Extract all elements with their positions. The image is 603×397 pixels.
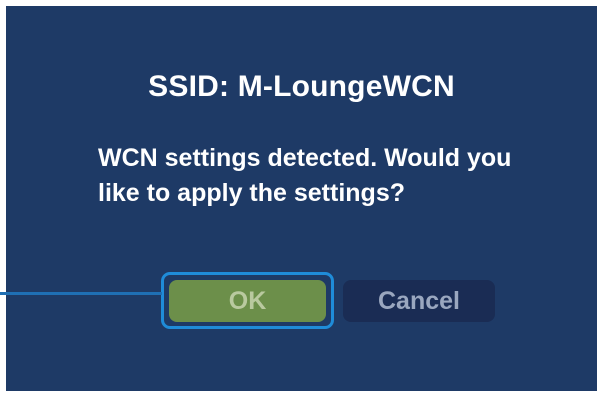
ssid-title: SSID: M-LoungeWCN	[148, 70, 455, 103]
cancel-button[interactable]: Cancel	[343, 280, 495, 322]
dialog-message-line-1: WCN settings detected. Would you	[98, 144, 512, 172]
device-screen: SSID: M-LoungeWCN WCN settings detected.…	[6, 6, 597, 391]
dialog-message-line-2: like to apply the settings?	[98, 179, 405, 207]
dialog-message: WCN settings detected. Would you like to…	[98, 141, 568, 211]
callout-line	[0, 292, 162, 295]
ok-button[interactable]: OK	[169, 280, 326, 322]
